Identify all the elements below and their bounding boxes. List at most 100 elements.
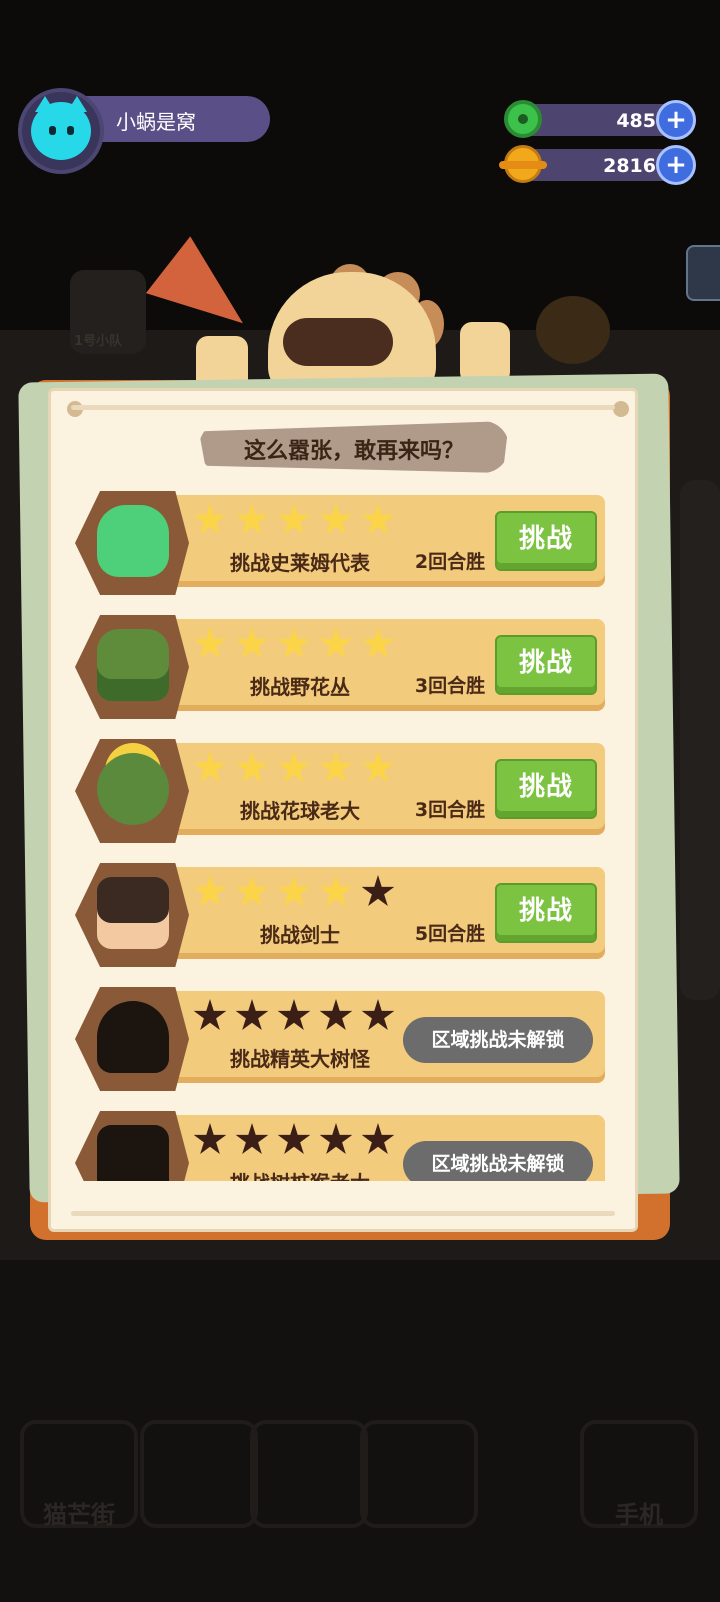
star-filled-icon: [277, 503, 311, 534]
star-empty-icon: [193, 999, 227, 1030]
star-filled-icon: [193, 627, 227, 658]
challenge-list[interactable]: 挑战史莱姆代表 2回合胜 挑战 挑战野花丛 3回合胜 挑战 挑战花球老大 3回合胜 挑战 挑战剑士…: [51, 491, 635, 1181]
elite-tree-monster-icon: [97, 1001, 169, 1073]
side-menu-tab[interactable]: [686, 245, 720, 301]
star-empty-icon: [235, 999, 269, 1030]
portrait-frame: [75, 491, 189, 595]
portrait-frame: [75, 615, 189, 719]
challenge-button[interactable]: 挑战: [495, 759, 597, 819]
star-filled-icon: [235, 627, 269, 658]
challenge-row: 挑战史莱姆代表 2回合胜 挑战: [75, 491, 607, 595]
star-filled-icon: [193, 503, 227, 534]
challenge-row: 挑战花球老大 3回合胜 挑战: [75, 739, 607, 843]
panel-divider: [71, 405, 615, 410]
star-filled-icon: [277, 627, 311, 658]
challenge-row: 挑战野花丛 3回合胜 挑战: [75, 615, 607, 719]
player-name: 小蜗是窝: [116, 110, 196, 134]
wildflower-bush-icon: [97, 629, 169, 701]
panel-divider: [71, 1211, 615, 1216]
star-filled-icon: [319, 503, 353, 534]
gold-planet-coin-icon: [499, 145, 547, 183]
resource-gems: 485 +: [500, 100, 700, 140]
star-empty-icon: [277, 999, 311, 1030]
challenge-row: 挑战剑士 5回合胜 挑战: [75, 863, 607, 967]
slime-icon: [97, 505, 169, 577]
add-gems-button[interactable]: +: [656, 100, 696, 140]
star-filled-icon: [277, 875, 311, 906]
star-empty-icon: [319, 999, 353, 1030]
win-condition: 3回合胜: [414, 799, 486, 821]
nav-slot-3: [250, 1420, 368, 1528]
win-condition: 2回合胜: [414, 551, 486, 573]
challenge-button[interactable]: 挑战: [495, 511, 597, 571]
swordsman-icon: [97, 877, 169, 949]
nav-phone: 手机: [580, 1420, 698, 1529]
star-filled-icon: [361, 751, 395, 782]
star-filled-icon: [235, 503, 269, 534]
dinosaur-arm: [460, 322, 510, 384]
stump-monkey-boss-icon: [97, 1125, 169, 1181]
nav-street: 猫芒街: [20, 1420, 138, 1529]
star-empty-icon: [361, 999, 395, 1030]
star-empty-icon: [361, 1123, 395, 1154]
portrait-frame: [75, 987, 189, 1091]
portrait-frame: [75, 863, 189, 967]
avatar[interactable]: [18, 88, 104, 174]
star-filled-icon: [319, 627, 353, 658]
star-filled-icon: [361, 503, 395, 534]
challenge-row: 挑战树桩猴老大区域挑战未解锁: [75, 1111, 607, 1181]
cat-avatar-icon: [31, 96, 91, 160]
bottom-nav: 猫芒街 手机: [0, 1400, 720, 1550]
challenge-name: 挑战精英大树怪: [230, 1047, 370, 1071]
rivet: [613, 401, 629, 417]
locked-badge: 区域挑战未解锁: [403, 1141, 593, 1181]
star-filled-icon: [235, 875, 269, 906]
challenge-name: 挑战树桩猴老大: [185, 1167, 415, 1181]
locked-badge: 区域挑战未解锁: [403, 1017, 593, 1063]
star-empty-icon: [193, 1123, 227, 1154]
star-rating: [193, 875, 403, 915]
star-rating: [193, 1123, 403, 1163]
star-filled-icon: [277, 751, 311, 782]
challenge-row: 挑战精英大树怪 区域挑战未解锁: [75, 987, 607, 1091]
flower-ball-boss-icon: [97, 753, 169, 825]
background-coin-icon: [536, 296, 610, 364]
star-rating: [193, 503, 403, 543]
star-filled-icon: [193, 751, 227, 782]
nav-slot-2: [140, 1420, 258, 1528]
resource-coins: 2816 +: [499, 145, 700, 185]
add-coins-button[interactable]: +: [656, 145, 696, 185]
win-condition: 3回合胜: [414, 675, 486, 697]
star-rating: [193, 751, 403, 791]
panel-title: 这么嚣张，敢再来吗？: [243, 439, 464, 464]
donut-gem-icon: [504, 100, 542, 138]
star-filled-icon: [235, 751, 269, 782]
challenge-button[interactable]: 挑战: [495, 883, 597, 943]
panel-bottom-edge: [51, 1181, 635, 1229]
nav-phone-label: 手机: [615, 1501, 663, 1529]
star-rating: [193, 627, 403, 667]
gem-count: 485: [616, 110, 656, 132]
challenge-name: 挑战史莱姆代表: [230, 551, 370, 575]
star-empty-icon: [277, 1123, 311, 1154]
star-filled-icon: [361, 627, 395, 658]
dinosaur-mouth: [283, 318, 393, 366]
star-filled-icon: [319, 751, 353, 782]
star-filled-icon: [193, 875, 227, 906]
squad-flag-badge: 1号小队: [70, 270, 146, 354]
portrait-frame: [75, 739, 189, 843]
win-condition: 5回合胜: [414, 923, 486, 945]
challenge-name: 挑战野花丛: [250, 675, 350, 699]
challenge-panel: 这么嚣张，敢再来吗？ 挑战史莱姆代表 2回合胜 挑战 挑战野花丛 3回合胜 挑战 挑战花球老…: [48, 388, 638, 1232]
portrait-frame: [75, 1111, 189, 1181]
star-rating: [193, 999, 403, 1039]
squad-label: 1号小队: [74, 334, 123, 349]
background-shelf: [680, 480, 720, 1000]
nav-slot-4: [360, 1420, 478, 1528]
star-filled-icon: [319, 875, 353, 906]
nav-street-label: 猫芒街: [43, 1501, 115, 1529]
challenge-name: 挑战剑士: [260, 923, 340, 947]
coin-count: 2816: [603, 155, 656, 177]
challenge-name: 挑战花球老大: [240, 799, 360, 823]
challenge-button[interactable]: 挑战: [495, 635, 597, 695]
